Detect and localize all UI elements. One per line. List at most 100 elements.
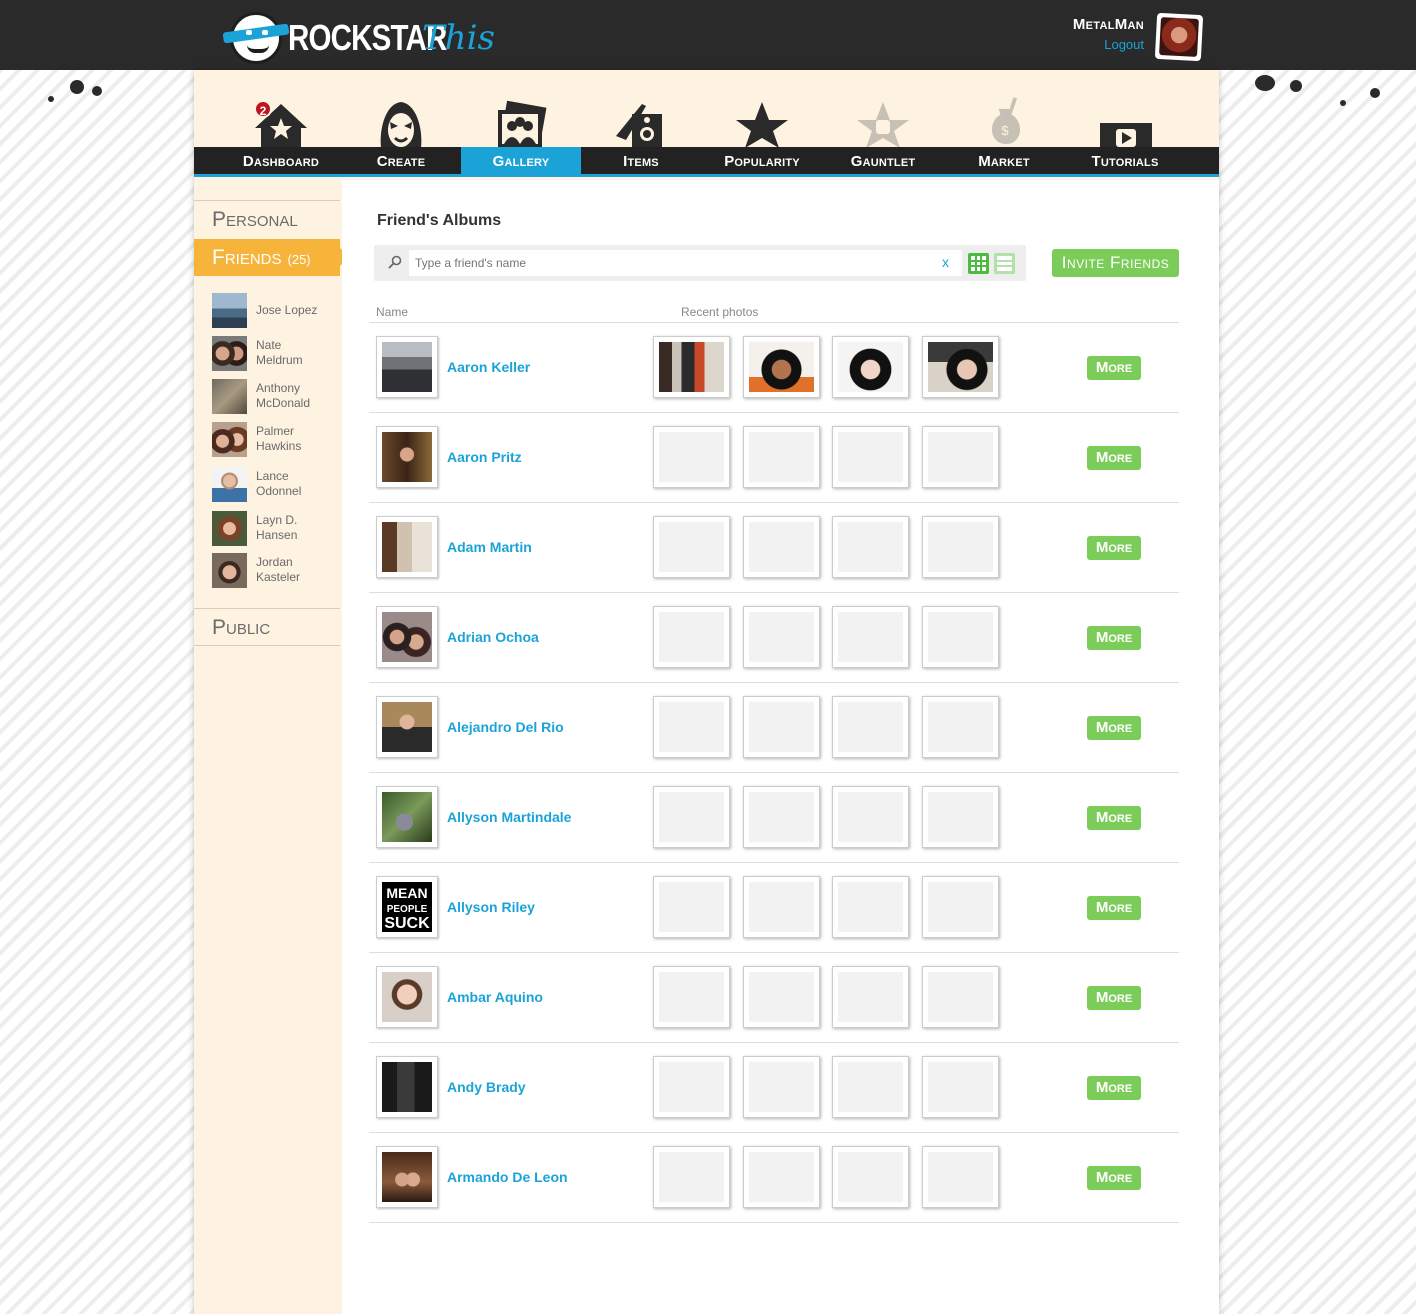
recent-photo-placeholder[interactable] bbox=[653, 876, 730, 938]
recent-photo-placeholder[interactable] bbox=[832, 696, 909, 758]
more-button[interactable]: More bbox=[1087, 806, 1141, 830]
recent-photo-placeholder[interactable] bbox=[922, 696, 999, 758]
nav-popularity[interactable]: Popularity bbox=[702, 147, 822, 177]
logout-link[interactable]: Logout bbox=[1073, 37, 1144, 52]
nav-gallery[interactable]: Gallery bbox=[461, 147, 581, 177]
recent-photo-placeholder[interactable] bbox=[653, 696, 730, 758]
grid-view-icon[interactable] bbox=[968, 253, 989, 274]
sidebar-friend-item[interactable]: Anthony McDonald bbox=[212, 378, 337, 414]
recent-photo-placeholder[interactable] bbox=[832, 516, 909, 578]
more-button[interactable]: More bbox=[1087, 1076, 1141, 1100]
recent-photo-placeholder[interactable] bbox=[832, 426, 909, 488]
recent-photo-placeholder[interactable] bbox=[832, 966, 909, 1028]
recent-photo-placeholder[interactable] bbox=[653, 606, 730, 668]
nav-items[interactable]: Items bbox=[581, 147, 701, 177]
nav-gauntlet[interactable]: Gauntlet bbox=[823, 147, 943, 177]
more-button[interactable]: More bbox=[1087, 1166, 1141, 1190]
recent-photo-placeholder[interactable] bbox=[832, 786, 909, 848]
list-view-icon[interactable] bbox=[994, 253, 1015, 274]
recent-photo-placeholder[interactable] bbox=[832, 1146, 909, 1208]
friend-avatar[interactable] bbox=[376, 786, 438, 848]
site-logo[interactable]: ROCKSTAR This bbox=[222, 12, 495, 64]
sidebar-friend-item[interactable]: Nate Meldrum bbox=[212, 335, 337, 371]
recent-photo-placeholder[interactable] bbox=[832, 1056, 909, 1118]
recent-photo-placeholder[interactable] bbox=[743, 696, 820, 758]
more-button[interactable]: More bbox=[1087, 356, 1141, 380]
more-button[interactable]: More bbox=[1087, 446, 1141, 470]
more-button[interactable]: More bbox=[1087, 716, 1141, 740]
username[interactable]: MetalMan bbox=[1073, 16, 1144, 33]
sidebar-friend-item[interactable]: Lance Odonnel bbox=[212, 466, 337, 502]
friend-avatar[interactable] bbox=[376, 696, 438, 758]
recent-photo-placeholder[interactable] bbox=[653, 786, 730, 848]
friend-name-link[interactable]: Ambar Aquino bbox=[447, 989, 543, 1005]
recent-photo-placeholder[interactable] bbox=[922, 606, 999, 668]
nav-label: Create bbox=[376, 153, 426, 170]
friend-name-link[interactable]: Adam Martin bbox=[447, 539, 532, 555]
friend-name-link[interactable]: Armando De Leon bbox=[447, 1169, 568, 1185]
recent-photo-placeholder[interactable] bbox=[743, 426, 820, 488]
more-button[interactable]: More bbox=[1087, 626, 1141, 650]
friend-name-link[interactable]: Adrian Ochoa bbox=[447, 629, 539, 645]
recent-photo-placeholder[interactable] bbox=[653, 1146, 730, 1208]
friend-name-link[interactable]: Allyson Riley bbox=[447, 899, 535, 915]
sidebar-personal[interactable]: Personal bbox=[194, 200, 340, 238]
recent-photo-placeholder[interactable] bbox=[743, 1056, 820, 1118]
friend-avatar[interactable] bbox=[376, 516, 438, 578]
recent-photo-placeholder[interactable] bbox=[653, 516, 730, 578]
recent-photo-placeholder[interactable] bbox=[922, 1146, 999, 1208]
recent-photo-placeholder[interactable] bbox=[832, 876, 909, 938]
friend-avatar[interactable]: MEAN PEOPLE SUCK bbox=[376, 876, 438, 938]
recent-photo-placeholder[interactable] bbox=[743, 786, 820, 848]
nav-create[interactable]: Create bbox=[341, 147, 461, 177]
recent-photo[interactable] bbox=[653, 336, 730, 398]
sidebar-public[interactable]: Public bbox=[194, 608, 340, 646]
invite-friends-button[interactable]: Invite Friends bbox=[1052, 249, 1179, 277]
recent-photo-placeholder[interactable] bbox=[653, 1056, 730, 1118]
clear-search-button[interactable]: x bbox=[942, 254, 949, 270]
sidebar-friend-item[interactable]: Jordan Kasteler bbox=[212, 552, 337, 588]
recent-photo-placeholder[interactable] bbox=[653, 426, 730, 488]
recent-photo-placeholder[interactable] bbox=[832, 606, 909, 668]
sidebar-friend-item[interactable]: Jose Lopez bbox=[212, 292, 337, 328]
friend-name-link[interactable]: Allyson Martindale bbox=[447, 809, 571, 825]
friend-avatar[interactable] bbox=[376, 336, 438, 398]
friend-avatar[interactable] bbox=[376, 606, 438, 668]
recent-photo[interactable] bbox=[832, 336, 909, 398]
sidebar-friends[interactable]: Friends (25) bbox=[194, 239, 349, 276]
nav-dashboard[interactable]: Dashboard bbox=[221, 147, 341, 177]
more-button[interactable]: More bbox=[1087, 896, 1141, 920]
friend-avatar[interactable] bbox=[376, 966, 438, 1028]
friend-name-link[interactable]: Andy Brady bbox=[447, 1079, 526, 1095]
recent-photo[interactable] bbox=[743, 336, 820, 398]
more-button[interactable]: More bbox=[1087, 536, 1141, 560]
friend-name-link[interactable]: Aaron Keller bbox=[447, 359, 530, 375]
recent-photo-placeholder[interactable] bbox=[743, 1146, 820, 1208]
nav-tutorials[interactable]: Tutorials bbox=[1065, 147, 1185, 177]
friend-search-input[interactable] bbox=[409, 250, 962, 276]
friend-avatar[interactable] bbox=[376, 1146, 438, 1208]
more-button[interactable]: More bbox=[1087, 986, 1141, 1010]
recent-photo-placeholder[interactable] bbox=[922, 966, 999, 1028]
recent-photo-placeholder[interactable] bbox=[922, 1056, 999, 1118]
friend-thumbnail bbox=[212, 421, 247, 457]
recent-photo-placeholder[interactable] bbox=[922, 426, 999, 488]
recent-photo[interactable] bbox=[922, 336, 999, 398]
recent-photo-placeholder[interactable] bbox=[743, 606, 820, 668]
recent-photo-placeholder[interactable] bbox=[653, 966, 730, 1028]
recent-photo-placeholder[interactable] bbox=[743, 966, 820, 1028]
friend-name: Jose Lopez bbox=[256, 302, 318, 317]
friend-name-link[interactable]: Aaron Pritz bbox=[447, 449, 522, 465]
recent-photo-placeholder[interactable] bbox=[922, 876, 999, 938]
sidebar-friend-item[interactable]: Palmer Hawkins bbox=[212, 421, 337, 457]
recent-photo-placeholder[interactable] bbox=[743, 516, 820, 578]
friend-avatar[interactable] bbox=[376, 1056, 438, 1118]
nav-market[interactable]: Market bbox=[944, 147, 1064, 177]
friend-avatar[interactable] bbox=[376, 426, 438, 488]
friend-name-link[interactable]: Alejandro Del Rio bbox=[447, 719, 564, 735]
recent-photo-placeholder[interactable] bbox=[743, 876, 820, 938]
recent-photo-placeholder[interactable] bbox=[922, 786, 999, 848]
sidebar-friend-item[interactable]: Layn D. Hansen bbox=[212, 510, 337, 546]
user-avatar[interactable] bbox=[1154, 12, 1204, 62]
recent-photo-placeholder[interactable] bbox=[922, 516, 999, 578]
